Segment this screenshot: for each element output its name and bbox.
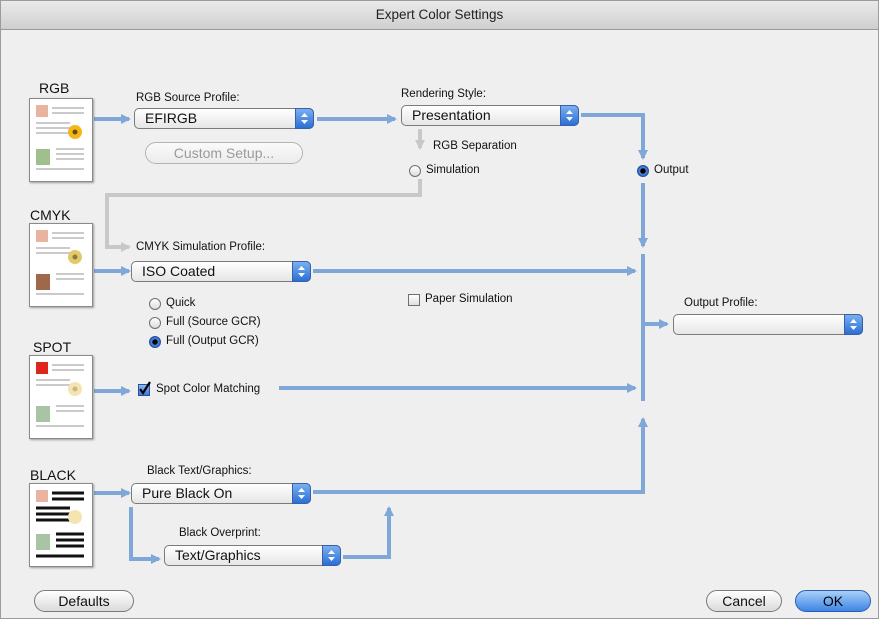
cmyk-simulation-profile-label: CMYK Simulation Profile:: [136, 241, 266, 253]
simulation-radio-label[interactable]: Simulation: [426, 164, 480, 176]
full-output-gcr-radio-label[interactable]: Full (Output GCR): [166, 335, 259, 347]
full-source-gcr-radio[interactable]: [149, 317, 161, 329]
popup-arrows-icon: [844, 314, 863, 335]
output-radio[interactable]: [637, 165, 649, 177]
output-profile-label: Output Profile:: [684, 297, 758, 309]
paper-simulation-checkbox[interactable]: [408, 294, 420, 306]
black-text-graphics-popup[interactable]: Pure Black On: [131, 483, 311, 504]
cancel-button[interactable]: Cancel: [706, 590, 782, 612]
custom-setup-button[interactable]: Custom Setup...: [145, 142, 303, 164]
rendering-style-label: Rendering Style:: [401, 88, 487, 100]
simulation-radio[interactable]: [409, 165, 421, 177]
quick-radio[interactable]: [149, 298, 161, 310]
popup-arrows-icon: [292, 261, 311, 282]
output-profile-popup[interactable]: [673, 314, 863, 335]
section-label-spot: SPOT: [33, 339, 72, 355]
rgb-source-profile-popup[interactable]: EFIRGB: [134, 108, 314, 129]
rendering-style-popup[interactable]: Presentation: [401, 105, 579, 126]
rendering-style-value: Presentation: [412, 107, 491, 123]
section-label-cmyk: CMYK: [30, 207, 71, 223]
cmyk-simulation-profile-popup[interactable]: ISO Coated: [131, 261, 311, 282]
section-label-black: BLACK: [30, 467, 76, 483]
output-radio-label[interactable]: Output: [654, 164, 689, 176]
paper-simulation-label[interactable]: Paper Simulation: [425, 293, 513, 305]
document-icon: [36, 230, 84, 295]
black-text-graphics-label: Black Text/Graphics:: [147, 465, 252, 477]
checkmark-icon: [139, 381, 151, 395]
black-overprint-value: Text/Graphics: [175, 547, 261, 563]
popup-arrows-icon: [295, 108, 314, 129]
cmyk-document-thumbnail: [29, 223, 93, 307]
black-text-graphics-value: Pure Black On: [142, 485, 233, 501]
black-document-thumbnail: [29, 483, 93, 567]
spot-color-matching-label[interactable]: Spot Color Matching: [156, 383, 260, 395]
popup-arrows-icon: [322, 545, 341, 566]
black-overprint-popup[interactable]: Text/Graphics: [164, 545, 341, 566]
cmyk-simulation-profile-value: ISO Coated: [142, 263, 216, 279]
section-label-rgb: RGB: [39, 80, 70, 96]
document-icon: [36, 490, 84, 558]
document-icon: [36, 105, 84, 170]
defaults-button[interactable]: Defaults: [34, 590, 134, 612]
full-source-gcr-radio-label[interactable]: Full (Source GCR): [166, 316, 261, 328]
ok-button[interactable]: OK: [795, 590, 871, 612]
popup-arrows-icon: [292, 483, 311, 504]
expert-color-settings-window: Expert Color Settings RGB CMYK SPOT BLAC…: [0, 0, 879, 619]
rgb-source-profile-value: EFIRGB: [145, 110, 198, 126]
popup-arrows-icon: [560, 105, 579, 126]
rgb-source-profile-label: RGB Source Profile:: [136, 92, 240, 104]
black-overprint-label: Black Overprint:: [179, 527, 261, 539]
spot-color-matching-checkbox[interactable]: [138, 381, 151, 396]
rgb-document-thumbnail: [29, 98, 93, 182]
document-icon: [36, 362, 84, 427]
rgb-separation-label: RGB Separation: [433, 140, 517, 152]
quick-radio-label[interactable]: Quick: [166, 297, 195, 309]
full-output-gcr-radio[interactable]: [149, 336, 161, 348]
spot-document-thumbnail: [29, 355, 93, 439]
